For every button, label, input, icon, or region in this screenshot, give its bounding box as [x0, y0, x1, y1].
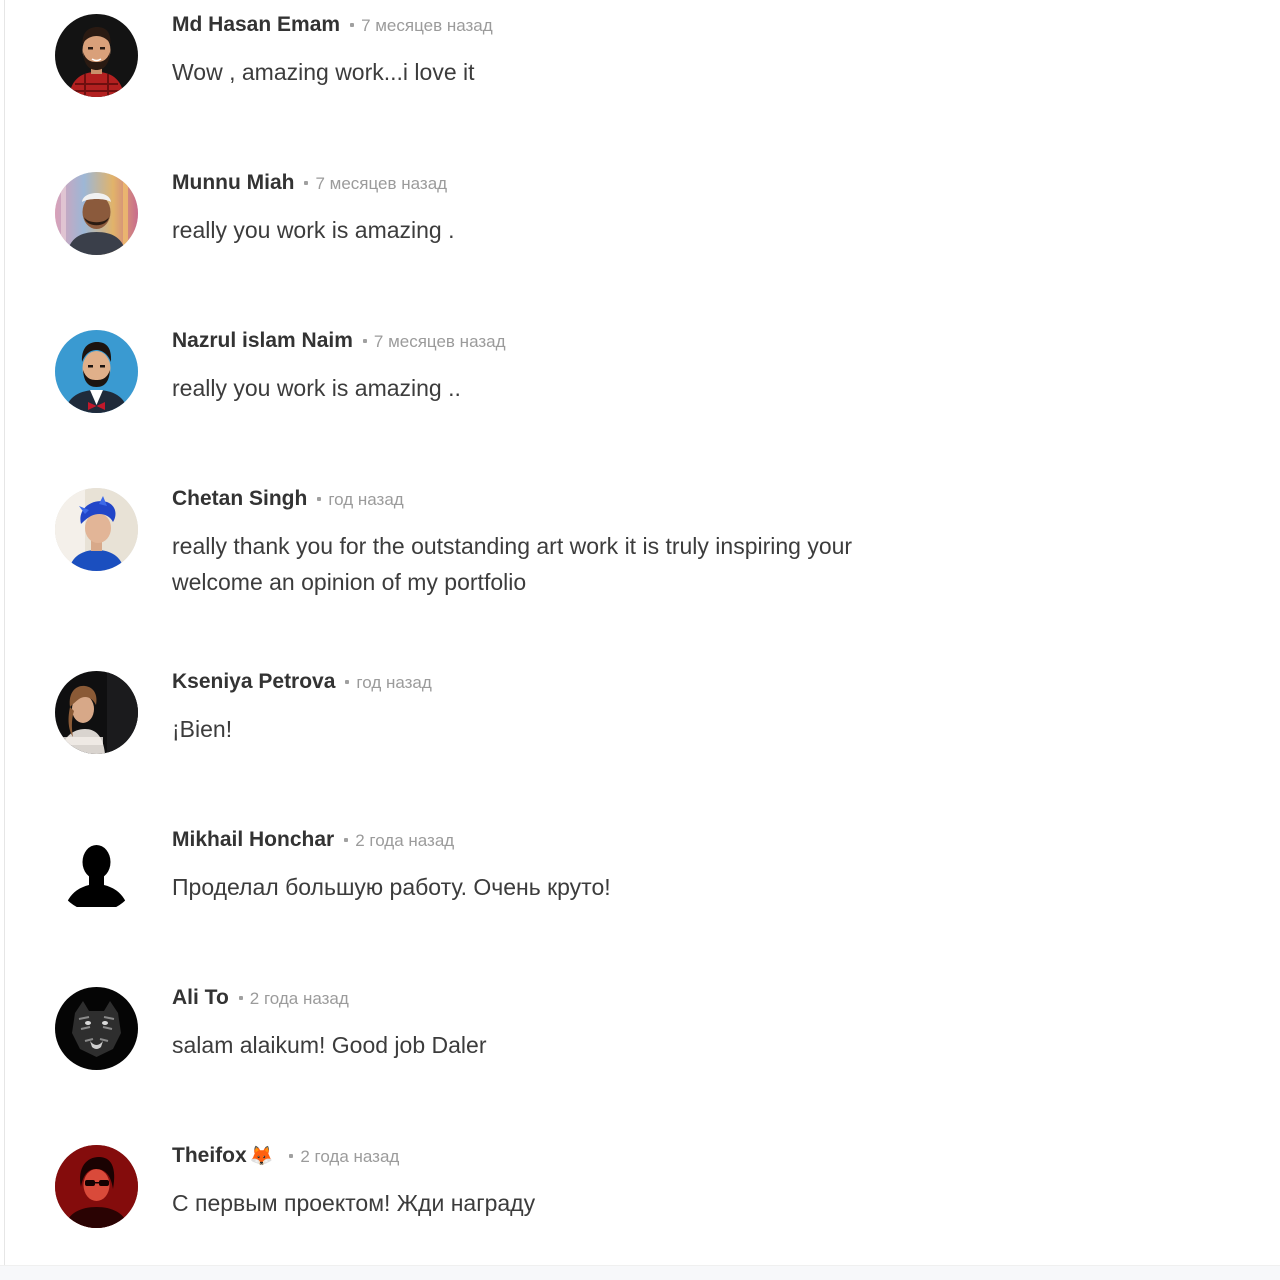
- comment-timestamp: 7 месяцев назад: [373, 332, 506, 351]
- comment-meta: Md Hasan Emam 7 месяцев назад: [172, 13, 493, 41]
- comment-timestamp: год назад: [328, 490, 404, 509]
- comment-text: really you work is amazing ..: [172, 375, 461, 401]
- avatar[interactable]: [55, 14, 138, 97]
- comment-text: ¡Bien!: [172, 716, 233, 742]
- comment-item: Theifox 🦊 2 года назад С первым проектом…: [0, 1131, 1280, 1280]
- avatar-image: [55, 488, 138, 571]
- avatar-image: [55, 671, 138, 754]
- avatar-image: [55, 172, 138, 255]
- comment-item: Munnu Miah 7 месяцев назад really you wo…: [0, 158, 1280, 308]
- author-name[interactable]: Munnu Miah: [172, 171, 294, 195]
- comment-text: salam alaikum! Good job Daler: [172, 1032, 487, 1058]
- author-name[interactable]: Nazrul islam Naim: [172, 329, 353, 353]
- meta-separator-dot: [289, 1154, 294, 1158]
- comment-item: Kseniya Petrova год назад ¡Bien!: [0, 657, 1280, 807]
- avatar[interactable]: [55, 488, 138, 571]
- comment-meta: Chetan Singh год назад: [172, 487, 404, 515]
- author-name[interactable]: Mikhail Honchar: [172, 828, 334, 852]
- meta-separator-dot: [350, 23, 355, 27]
- author-name[interactable]: Md Hasan Emam: [172, 13, 340, 37]
- meta-separator-dot: [304, 181, 309, 185]
- avatar[interactable]: [55, 829, 138, 912]
- meta-separator-dot: [344, 838, 349, 842]
- comment-text: С первым проектом! Жди награду: [172, 1190, 536, 1216]
- comment-meta: Theifox 🦊 2 года назад: [172, 1144, 399, 1172]
- comment-timestamp: 2 года назад: [249, 989, 349, 1008]
- page-footer-band: [0, 1265, 1280, 1280]
- avatar-image: [55, 1145, 138, 1228]
- comment-item: Chetan Singh год назад really thank you …: [0, 474, 1280, 624]
- comment-text: really thank you for the outstanding art…: [172, 533, 853, 595]
- comment-text: Wow , amazing work...i love it: [172, 59, 475, 85]
- comment-timestamp: 2 года назад: [355, 831, 455, 850]
- author-name[interactable]: Kseniya Petrova: [172, 670, 335, 694]
- comment-timestamp: 2 года назад: [300, 1147, 400, 1166]
- avatar[interactable]: [55, 671, 138, 754]
- comment-timestamp: 7 месяцев назад: [315, 174, 448, 193]
- comment-text: really you work is amazing .: [172, 217, 455, 243]
- avatar-image: [55, 330, 138, 413]
- meta-separator-dot: [317, 497, 322, 501]
- comment-timestamp: 7 месяцев назад: [361, 16, 493, 35]
- avatar-image: [55, 14, 138, 97]
- comment-meta: Nazrul islam Naim 7 месяцев назад: [172, 329, 506, 357]
- author-name[interactable]: Ali To: [172, 986, 229, 1010]
- avatar[interactable]: [55, 330, 138, 413]
- avatar-image: [55, 987, 138, 1070]
- author-name[interactable]: Chetan Singh: [172, 487, 307, 511]
- comment-meta: Munnu Miah 7 месяцев назад: [172, 171, 447, 199]
- avatar[interactable]: [55, 987, 138, 1070]
- comment-timestamp: год назад: [356, 673, 432, 692]
- comment-meta: Ali To 2 года назад: [172, 986, 349, 1014]
- comment-item: Mikhail Honchar 2 года назад Проделал бо…: [0, 815, 1280, 965]
- meta-separator-dot: [345, 680, 350, 684]
- avatar-image: [55, 829, 138, 912]
- avatar[interactable]: [55, 172, 138, 255]
- meta-separator-dot: [362, 339, 367, 343]
- fox-emoji-icon: 🦊: [249, 1146, 274, 1167]
- avatar[interactable]: [55, 1145, 138, 1228]
- meta-separator-dot: [238, 996, 243, 1000]
- comment-meta: Mikhail Honchar 2 года назад: [172, 828, 454, 856]
- comment-item: Nazrul islam Naim 7 месяцев назад really…: [0, 316, 1280, 466]
- comment-text: Проделал большую работу. Очень круто!: [172, 874, 611, 900]
- comment-item: Md Hasan Emam 7 месяцев назад Wow , amaz…: [0, 0, 1280, 150]
- author-name[interactable]: Theifox: [172, 1144, 247, 1168]
- comment-item: Ali To 2 года назад salam alaikum! Good …: [0, 973, 1280, 1123]
- comment-meta: Kseniya Petrova год назад: [172, 670, 432, 698]
